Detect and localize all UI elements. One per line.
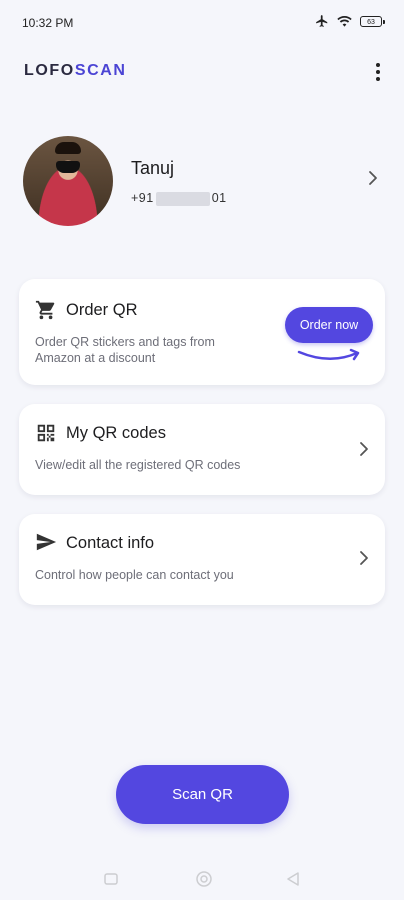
avatar <box>23 136 113 226</box>
more-vert-icon[interactable] <box>366 60 390 84</box>
qr-code-icon <box>37 424 55 442</box>
chevron-right-icon <box>369 171 377 185</box>
wifi-icon <box>337 16 352 27</box>
system-nav-bar <box>0 860 404 900</box>
profile-name: Tanuj <box>131 158 175 178</box>
cart-icon <box>35 300 55 320</box>
contact-info-title: Contact info <box>66 534 155 552</box>
app-header: LOFOSCAN <box>0 52 404 92</box>
contact-info-card[interactable]: Contact info Control how people can cont… <box>19 514 385 605</box>
app-logo: LOFOSCAN <box>24 62 127 80</box>
contact-info-description: Control how people can contact you <box>35 568 234 582</box>
nav-back-icon[interactable] <box>287 872 299 886</box>
logo-part-2: SCAN <box>74 62 127 79</box>
my-qr-codes-description: View/edit all the registered QR codes <box>35 458 241 472</box>
order-now-button[interactable]: Order now <box>285 307 373 343</box>
phone-prefix: +91 <box>131 191 154 205</box>
order-qr-title: Order QR <box>66 301 138 319</box>
status-bar: 10:32 PM 63 <box>0 0 404 44</box>
order-qr-description: Order QR stickers and tags from Amazon a… <box>35 335 215 365</box>
logo-part-1: LOFO <box>24 62 75 79</box>
nav-recent-icon[interactable] <box>104 872 118 886</box>
chevron-right-icon <box>360 551 368 565</box>
order-qr-card[interactable]: Order QR Order QR stickers and tags from… <box>19 279 385 385</box>
phone-redacted <box>155 191 210 206</box>
profile-phone: +91 01 <box>131 191 227 206</box>
amazon-smile-icon <box>297 348 360 361</box>
send-icon <box>36 533 57 551</box>
my-qr-codes-card[interactable]: My QR codes View/edit all the registered… <box>19 404 385 495</box>
nav-home-icon[interactable] <box>195 870 213 888</box>
status-icons: 63 <box>315 14 385 28</box>
my-qr-codes-title: My QR codes <box>66 424 166 442</box>
scan-qr-button[interactable]: Scan QR <box>116 765 289 824</box>
status-time: 10:32 PM <box>22 16 74 30</box>
chevron-right-icon <box>360 442 368 456</box>
profile-row[interactable]: Tanuj +91 01 <box>0 130 404 230</box>
phone-suffix: 01 <box>211 191 227 205</box>
airplane-icon <box>316 15 328 27</box>
battery-icon: 63 <box>360 15 385 27</box>
